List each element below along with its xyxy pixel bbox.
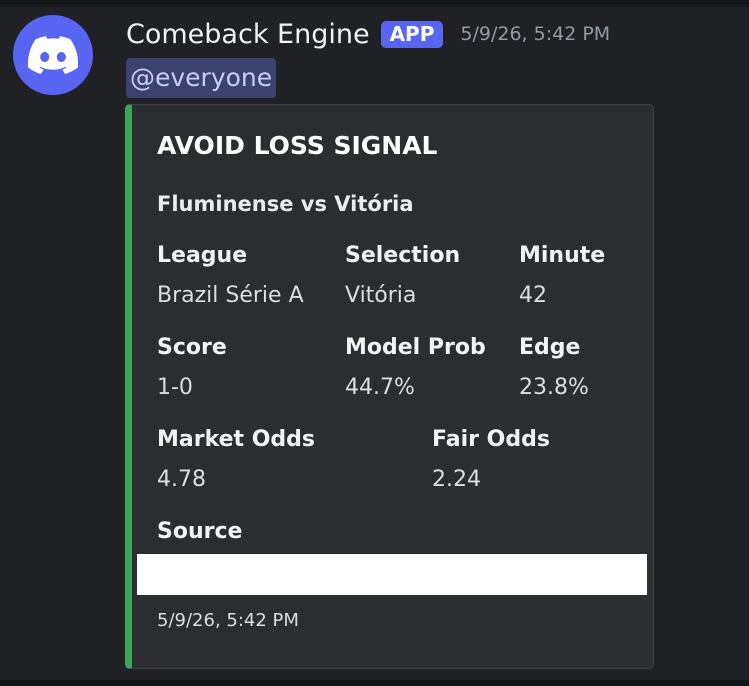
field-fair-odds: Fair Odds 2.24 (432, 425, 550, 495)
field-league: League Brazil Série A (157, 241, 304, 311)
embed-footer-timestamp: 5/9/26, 5:42 PM (157, 610, 299, 631)
discord-logo-icon (28, 36, 78, 74)
field-value: 42 (519, 283, 547, 308)
message-divider-bottom (0, 680, 749, 686)
field-value: 44.7% (345, 375, 415, 400)
field-name: League (157, 243, 248, 268)
embed-title: AVOID LOSS SIGNAL (157, 131, 438, 160)
field-edge: Edge 23.8% (519, 333, 589, 403)
source-value-redacted (137, 554, 647, 595)
field-score: Score 1-0 (157, 333, 227, 403)
field-source: Source (157, 517, 242, 547)
embed-description: Fluminense vs Vitória (157, 192, 414, 216)
signal-embed: AVOID LOSS SIGNAL Fluminense vs Vitória … (125, 104, 654, 669)
field-value: 23.8% (519, 375, 589, 400)
author-avatar[interactable] (13, 15, 93, 95)
field-value: Vitória (345, 283, 417, 308)
field-name: Edge (519, 335, 581, 360)
field-value: Brazil Série A (157, 283, 304, 308)
field-name: Score (157, 335, 227, 360)
field-model-prob: Model Prob 44.7% (345, 333, 486, 403)
app-badge: APP (380, 20, 444, 48)
field-value: 1-0 (157, 375, 193, 400)
field-minute: Minute 42 (519, 241, 605, 311)
everyone-mention[interactable]: @everyone (126, 58, 277, 98)
message-divider-top (0, 0, 749, 7)
author-name[interactable]: Comeback Engine (126, 19, 370, 50)
field-name: Selection (345, 243, 461, 268)
field-name: Minute (519, 243, 606, 268)
field-name: Source (157, 519, 243, 544)
field-name: Fair Odds (432, 427, 550, 452)
message-timestamp[interactable]: 5/9/26, 5:42 PM (460, 23, 610, 45)
field-name: Market Odds (157, 427, 316, 452)
field-market-odds: Market Odds 4.78 (157, 425, 315, 495)
field-name: Model Prob (345, 335, 486, 360)
field-selection: Selection Vitória (345, 241, 460, 311)
chat-message: Comeback Engine APP 5/9/26, 5:42 PM @eve… (0, 0, 749, 686)
field-value: 2.24 (432, 467, 481, 492)
field-value: 4.78 (157, 467, 206, 492)
message-header: Comeback Engine APP 5/9/26, 5:42 PM (126, 14, 610, 54)
